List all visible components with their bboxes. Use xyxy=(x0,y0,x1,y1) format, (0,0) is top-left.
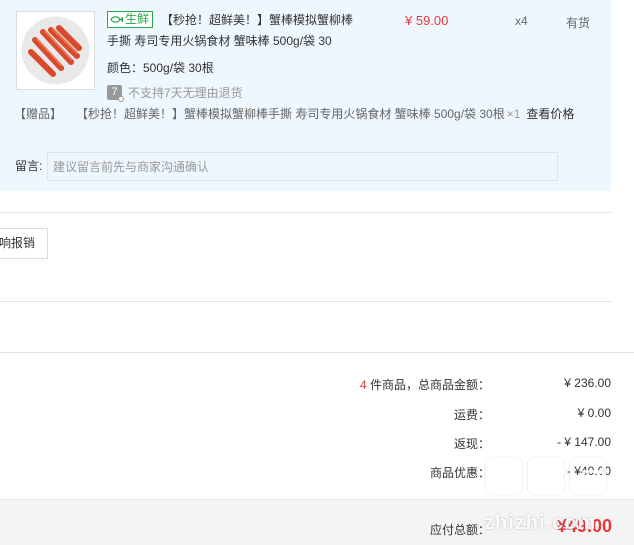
goods-total-row: 4 件商品，总商品金额： ¥ 236.00 xyxy=(300,376,611,396)
product-spec: 颜色：500g/袋 30根 xyxy=(107,61,214,75)
payable-label: 应付总额： xyxy=(430,523,491,537)
crab-stick-image xyxy=(21,16,90,85)
return-policy-text: 不支持7天无理由退货 xyxy=(128,86,243,100)
goods-total-label: 4 件商品，总商品金额： xyxy=(359,378,490,392)
payable-value: ¥49.00 xyxy=(556,516,612,536)
divider xyxy=(0,212,611,213)
gift-row: 【赠品】 【秒抢！超鲜美！】蟹棒模拟蟹柳棒手撕 寿司专用火锅食材 蟹味棒 500g… xyxy=(14,105,574,122)
gift-quantity: ×1 xyxy=(506,107,521,121)
message-input[interactable] xyxy=(47,152,558,181)
cashback-row: 返现： - ¥ 147.00 xyxy=(300,435,611,455)
cashback-label: 返现： xyxy=(453,437,490,451)
divider xyxy=(0,352,634,353)
discount-row: 商品优惠： - ¥40.00 xyxy=(300,464,611,484)
cashback-value: - ¥ 147.00 xyxy=(556,435,611,449)
shipping-row: 运费： ¥ 0.00 xyxy=(300,406,611,426)
stock-status: 有货 xyxy=(566,16,591,30)
message-label: 留言: xyxy=(15,159,43,173)
check-price-link[interactable]: 查看价格 xyxy=(526,107,574,121)
unit-price: ¥ 59.00 xyxy=(405,13,449,28)
return-policy-notice: 7 不支持7天无理由退货 xyxy=(107,84,243,102)
gift-name[interactable]: 【秒抢！超鲜美！】蟹棒模拟蟹柳棒手撕 寿司专用火锅食材 蟹味棒 500g/袋 3… xyxy=(82,107,505,121)
goods-total-value: ¥ 236.00 xyxy=(564,376,611,390)
shipping-label: 运费： xyxy=(453,408,490,422)
divider xyxy=(0,301,611,302)
gift-tag: 【赠品】 xyxy=(14,107,63,121)
shipping-value: ¥ 0.00 xyxy=(577,406,611,420)
discount-value: - ¥40.00 xyxy=(566,464,611,478)
no-return-icon: 7 xyxy=(107,85,124,102)
product-thumbnail[interactable] xyxy=(16,11,95,90)
payable-total-bar: 应付总额： ¥49.00 xyxy=(0,499,634,545)
cart-item-panel: 生鲜 【秒抢！超鲜美！】蟹棒模拟蟹柳棒手撕 寿司专用火锅食材 蟹味棒 500g/… xyxy=(0,0,611,191)
report-reimbursement-button[interactable]: 响报销 xyxy=(0,228,48,259)
item-quantity: x4 xyxy=(515,14,528,28)
discount-label: 商品优惠： xyxy=(429,466,490,480)
goods-count: 4 xyxy=(359,378,367,392)
product-title[interactable]: 【秒抢！超鲜美！】蟹棒模拟蟹柳棒手撕 寿司专用火锅食材 蟹味棒 500g/袋 3… xyxy=(107,10,359,52)
